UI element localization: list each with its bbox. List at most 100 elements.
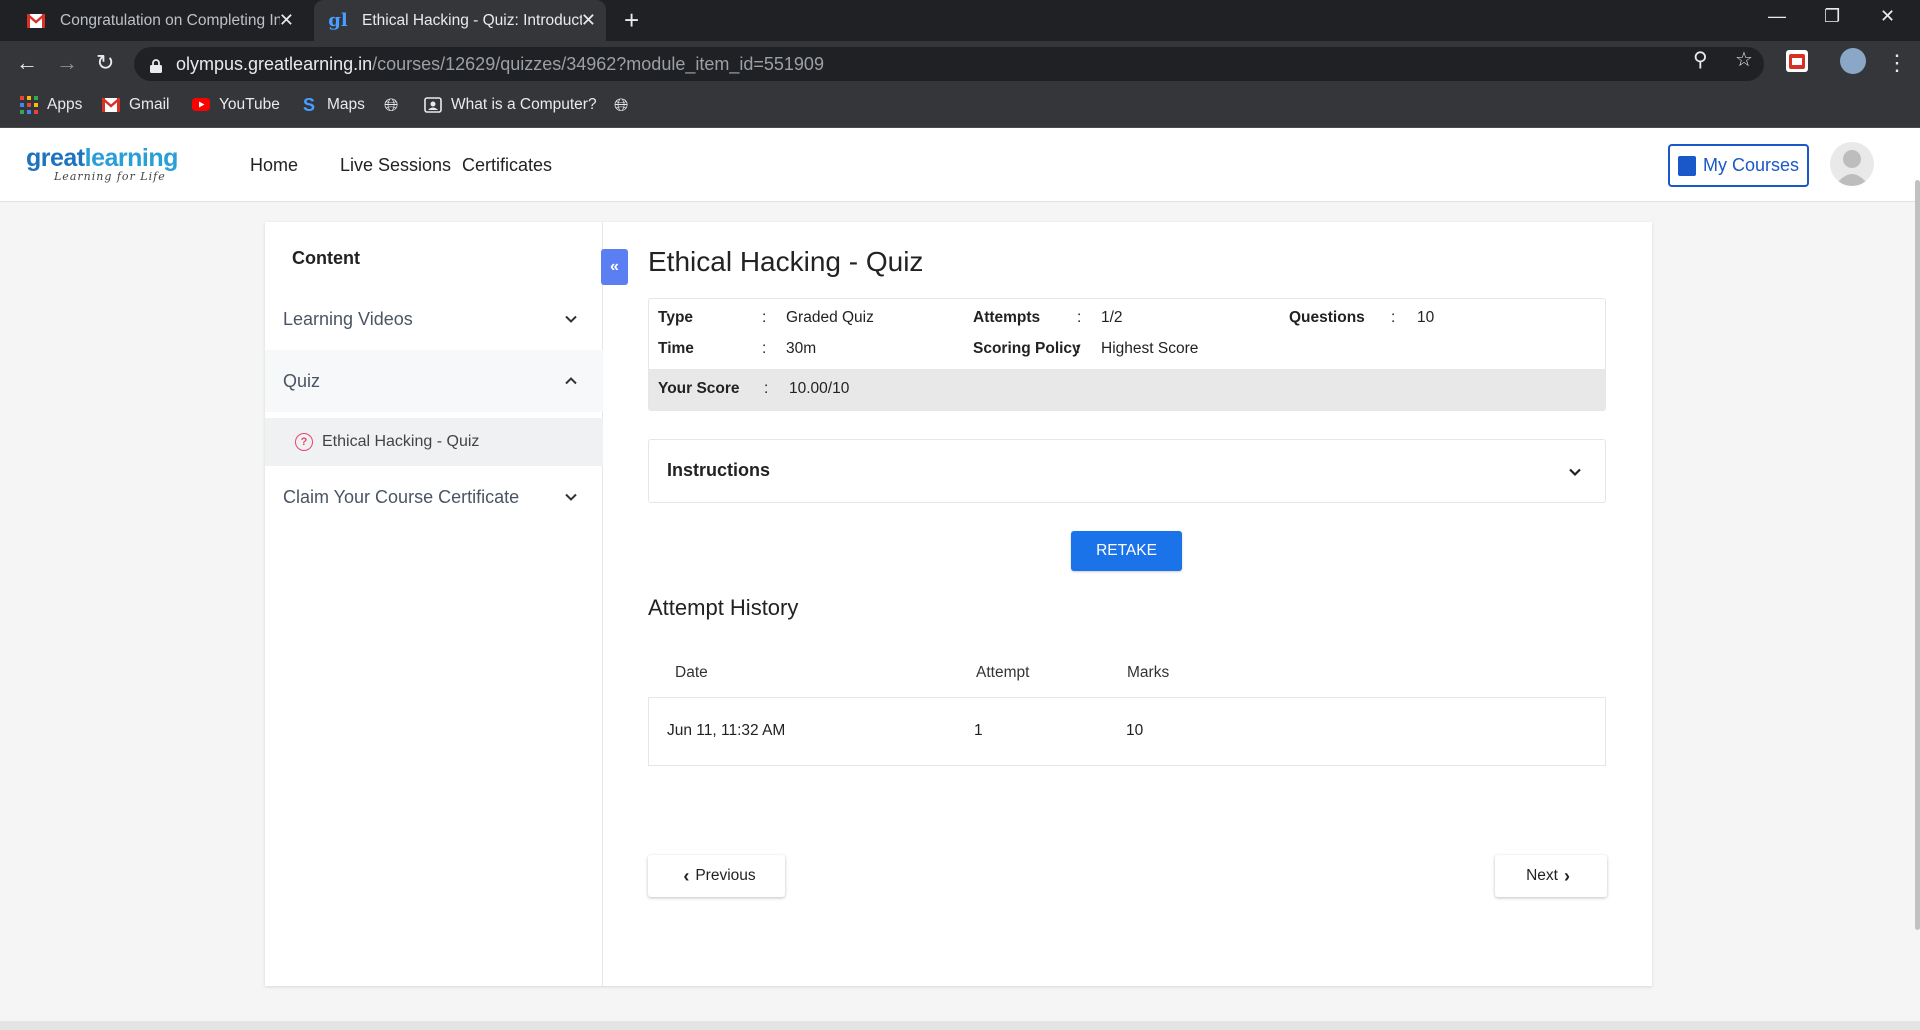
sidebar-title: Content	[292, 248, 360, 268]
sidebar-section-label: Learning Videos	[283, 308, 413, 329]
minimize-icon[interactable]: —	[1768, 6, 1786, 27]
attempt-marks: 10	[1126, 722, 1144, 739]
logo-tagline: Learning for Life	[54, 170, 166, 183]
quiz-card: Content Learning Videos Quiz ? Ethical H…	[265, 222, 1652, 986]
column-header-date: Date	[675, 664, 708, 681]
extension-icon[interactable]	[1786, 50, 1808, 72]
chevron-down-icon	[563, 489, 579, 505]
greatlearning-logo[interactable]: greatlearning Learning for Life	[26, 144, 178, 183]
bookmark-globe-1[interactable]: 🌐︎	[384, 96, 411, 114]
content-sidebar: Content Learning Videos Quiz ? Ethical H…	[265, 222, 603, 986]
address-bar[interactable]: olympus.greatlearning.in/courses/12629/q…	[134, 47, 1764, 81]
maps-icon: S	[302, 95, 315, 115]
forward-icon[interactable]: →	[56, 50, 78, 76]
sidebar-section-label: Claim Your Course Certificate	[283, 486, 520, 507]
next-label: Next	[1526, 867, 1558, 884]
nav-certificates[interactable]: Certificates	[462, 155, 552, 176]
sidebar-section-learning-videos[interactable]: Learning Videos	[265, 288, 603, 350]
apps-grid-icon	[20, 96, 38, 114]
logo-text-great: great	[26, 144, 85, 172]
user-avatar[interactable]	[1830, 142, 1874, 186]
scoring-policy-label: Scoring Policy	[973, 340, 1081, 357]
tab-title: Ethical Hacking - Quiz: Introducti	[362, 11, 582, 29]
bookmark-what-is-a-computer[interactable]: What is a Computer?	[424, 96, 597, 114]
bookmark-star-icon[interactable]: ☆	[1735, 47, 1753, 72]
new-tab-button[interactable]: +	[624, 5, 639, 36]
gmail-icon	[26, 13, 46, 29]
previous-button[interactable]: ‹ Previous	[648, 855, 785, 897]
close-window-icon[interactable]: ✕	[1880, 6, 1895, 27]
bookmark-youtube[interactable]: YouTube	[192, 96, 280, 114]
collapse-sidebar-button[interactable]: «	[601, 249, 628, 285]
page-scrollbar[interactable]	[1915, 180, 1920, 930]
scoring-policy-value: Highest Score	[1101, 340, 1199, 357]
logo-text-learning: learning	[84, 144, 179, 172]
globe-icon: 🌐︎	[614, 95, 629, 115]
bookmark-gmail[interactable]: Gmail	[102, 96, 169, 114]
sidebar-item-label: Ethical Hacking - Quiz	[322, 433, 480, 450]
profile-avatar-icon[interactable]	[1840, 48, 1866, 74]
globe-icon: 🌐︎	[384, 95, 399, 115]
attempt-date: Jun 11, 11:32 AM	[667, 722, 786, 739]
separator: :	[1077, 309, 1082, 326]
nav-live-sessions[interactable]: Live Sessions	[340, 155, 451, 176]
gmail-icon	[102, 96, 120, 114]
bookmark-apps[interactable]: Apps	[20, 96, 82, 114]
separator: :	[1075, 340, 1081, 357]
browser-tab-gmail[interactable]: Congratulation on Completing In ✕	[16, 0, 304, 41]
back-icon[interactable]: ←	[16, 50, 38, 76]
browser-toolbar: ← → ↻ olympus.greatlearning.in/courses/1…	[0, 41, 1920, 86]
bookmark-label: Maps	[327, 96, 365, 113]
bookmarks-bar: Apps Gmail YouTube S Maps 🌐︎ What is a C…	[0, 86, 1920, 128]
reload-icon[interactable]: ↻	[96, 50, 114, 76]
attempts-value: 1/2	[1101, 309, 1123, 326]
nav-home[interactable]: Home	[250, 155, 298, 176]
bookmark-label: What is a Computer?	[451, 96, 597, 113]
attempts-label: Attempts	[973, 309, 1041, 326]
browser-tab-bar: Congratulation on Completing In ✕ gl Eth…	[0, 0, 1920, 41]
page-icon	[424, 96, 442, 114]
chevron-down-icon	[563, 311, 579, 327]
questions-value: 10	[1417, 309, 1435, 326]
bookmark-label: YouTube	[219, 96, 280, 113]
previous-label: Previous	[695, 867, 756, 884]
chevron-down-icon	[1567, 464, 1583, 480]
bookmark-globe-2[interactable]: 🌐︎	[614, 96, 641, 114]
your-score-value: 10.00/10	[789, 380, 850, 397]
your-score-row: Your Score : 10.00/10	[649, 369, 1605, 410]
sidebar-section-quiz[interactable]: Quiz	[265, 350, 603, 412]
browser-tab-quiz[interactable]: gl Ethical Hacking - Quiz: Introducti ✕	[314, 0, 606, 41]
questions-label: Questions	[1289, 309, 1365, 326]
attempt-number: 1	[974, 722, 983, 739]
chevron-right-icon: ›	[1563, 865, 1570, 886]
my-courses-button[interactable]: My Courses	[1668, 144, 1809, 187]
retake-button[interactable]: RETAKE	[1071, 531, 1182, 571]
time-label: Time	[658, 340, 694, 357]
instructions-accordion[interactable]: Instructions	[648, 439, 1606, 503]
sidebar-section-claim-certificate[interactable]: Claim Your Course Certificate	[265, 466, 603, 528]
separator: :	[762, 340, 767, 357]
lock-icon	[150, 57, 162, 73]
url-path: /courses/12629/quizzes/34962?module_item…	[372, 53, 824, 74]
sidebar-item-ethical-hacking-quiz[interactable]: ? Ethical Hacking - Quiz	[265, 418, 603, 466]
browser-menu-icon[interactable]: ⋮	[1886, 50, 1908, 76]
close-tab-icon[interactable]: ✕	[279, 10, 294, 31]
zoom-icon[interactable]: ⚲	[1693, 47, 1708, 72]
table-header: Date Attempt Marks	[648, 654, 1606, 690]
next-button[interactable]: Next ›	[1495, 855, 1607, 897]
quiz-icon: ?	[295, 433, 313, 451]
book-icon	[1677, 155, 1696, 176]
bookmark-label: Apps	[47, 96, 83, 113]
site-header: greatlearning Learning for Life Home Liv…	[0, 128, 1920, 202]
column-header-attempt: Attempt	[976, 664, 1030, 681]
info-row: Type : Graded Quiz Attempts : 1/2 Questi…	[649, 309, 1605, 340]
close-tab-icon[interactable]: ✕	[581, 10, 596, 31]
restore-icon[interactable]: ❐	[1824, 6, 1840, 27]
bookmark-label: Gmail	[129, 96, 170, 113]
youtube-icon	[192, 96, 210, 114]
bookmark-maps[interactable]: S Maps	[300, 96, 365, 114]
info-row: Time : 30m Scoring Policy : Highest Scor…	[649, 340, 1605, 371]
chevron-up-icon	[563, 373, 579, 389]
separator: :	[1391, 309, 1396, 326]
type-value: Graded Quiz	[786, 309, 874, 326]
